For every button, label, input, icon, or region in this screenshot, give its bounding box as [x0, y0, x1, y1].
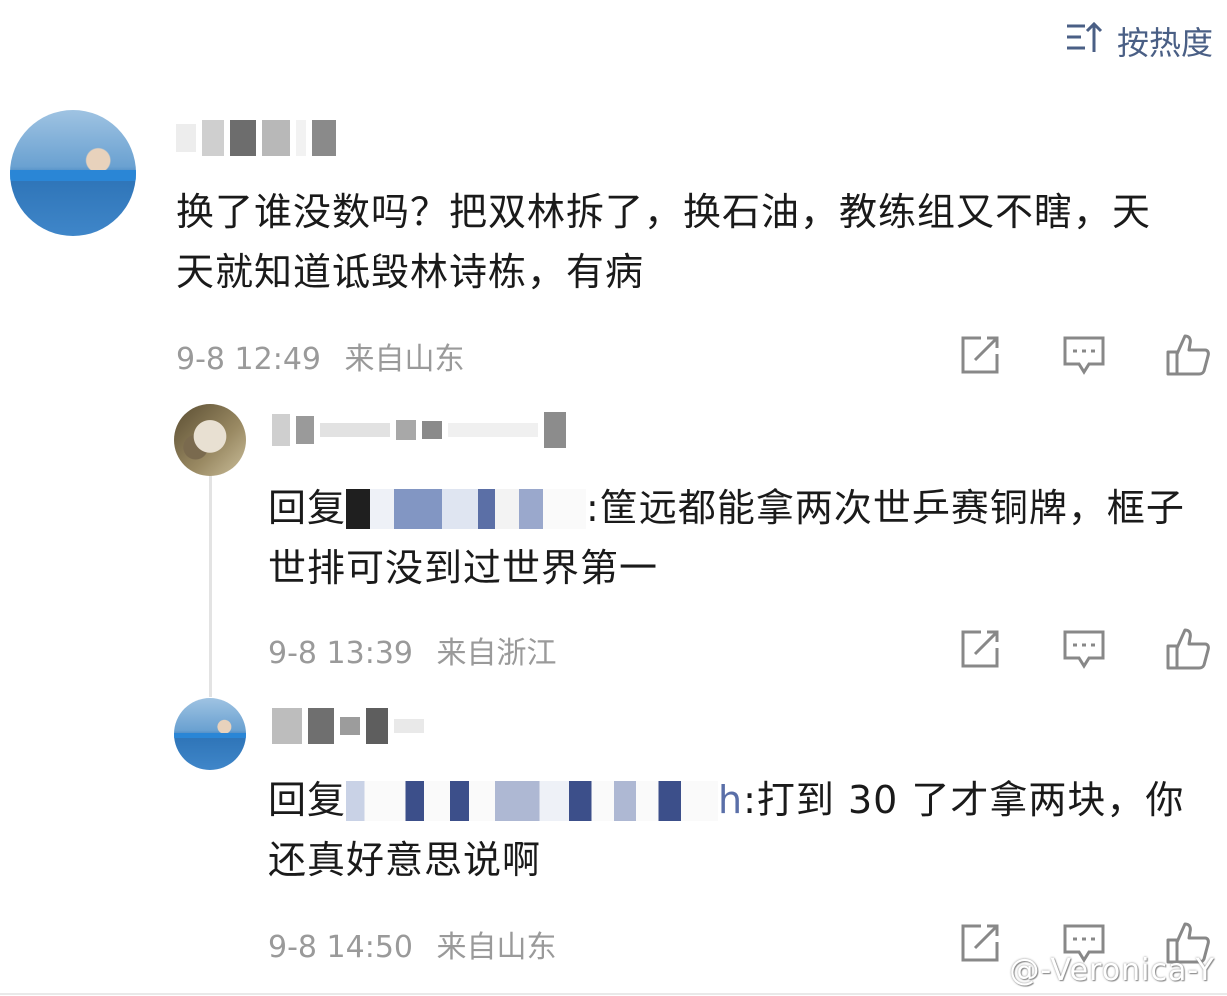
like-button[interactable] [1136, 626, 1227, 672]
mention-redacted[interactable] [346, 489, 587, 529]
comment-meta: 9-8 12:49 来自山东 [176, 334, 465, 378]
like-icon [1166, 334, 1210, 376]
sort-by-hot-button[interactable]: 按热度 [1065, 18, 1213, 64]
comment-actions [928, 332, 1227, 378]
reply-text: 回复:筐远都能拿两次世乒赛铜牌，框子世排可没到过世界第一 [268, 478, 1198, 598]
comment-icon [1063, 630, 1105, 669]
sort-label: 按热度 [1116, 24, 1213, 62]
location: 来自山东 [436, 930, 557, 965]
reply-prefix: 回复 [268, 486, 347, 530]
comment-actions [928, 626, 1227, 672]
comment-icon [1063, 336, 1105, 375]
location: 来自浙江 [436, 636, 557, 671]
avatar[interactable] [174, 698, 246, 770]
share-icon [961, 630, 999, 668]
comment-text: 换了谁没数吗？把双林拆了，换石油，教练组又不瞎，天天就知道诋毁林诗栋，有病 [176, 190, 1152, 294]
comment-meta: 9-8 13:39 来自浙江 [268, 628, 557, 672]
reply-text: 回复 h:打到 30 了才拿两块，你还真好意思说啊 [268, 770, 1198, 890]
share-icon [961, 924, 999, 962]
comment-meta: 9-8 14:50 来自山东 [268, 922, 557, 966]
share-icon [961, 336, 999, 374]
like-icon [1166, 628, 1210, 670]
username-redacted[interactable] [176, 118, 336, 158]
sort-icon [1065, 18, 1103, 64]
location: 来自山东 [344, 342, 465, 377]
share-button[interactable] [928, 332, 1032, 378]
timestamp: 9-8 14:50 [268, 930, 413, 965]
username-redacted[interactable] [272, 410, 566, 450]
comment-thread-view: 按热度 换了谁没数吗？把双林拆了，换石油，教练组又不瞎，天天就知道诋毁林诗栋，有… [0, 0, 1227, 996]
timestamp: 9-8 12:49 [176, 342, 321, 377]
reply-prefix: 回复 [268, 778, 347, 822]
avatar[interactable] [10, 110, 136, 236]
avatar[interactable] [174, 404, 246, 476]
mention-redacted[interactable] [346, 781, 719, 821]
mention-suffix: h [718, 778, 744, 822]
timestamp: 9-8 13:39 [268, 636, 413, 671]
username-redacted[interactable] [272, 706, 424, 746]
thread-connector [209, 475, 212, 697]
reply-button[interactable] [1032, 626, 1136, 672]
share-button[interactable] [928, 626, 1032, 672]
divider [0, 993, 1227, 995]
like-button[interactable] [1136, 332, 1227, 378]
reply-button[interactable] [1032, 332, 1136, 378]
watermark: @-Veronica-Y [1009, 953, 1215, 988]
